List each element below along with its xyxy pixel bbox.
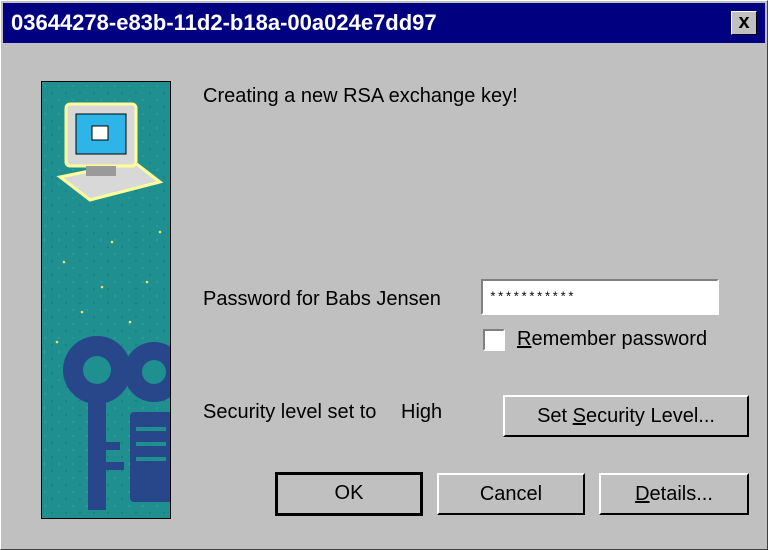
password-field[interactable] [481, 279, 719, 315]
close-icon: x [738, 11, 750, 33]
set-security-label-pre: Set [537, 405, 573, 427]
details-button[interactable]: Details... [599, 473, 749, 515]
set-security-accelerator: S [572, 405, 586, 427]
remember-password-checkbox[interactable] [483, 329, 505, 351]
remember-accelerator: R [517, 328, 532, 350]
set-security-level-button[interactable]: Set Security Level... [503, 395, 749, 437]
close-button[interactable]: x [731, 11, 757, 35]
details-label-rest: etails... [649, 483, 713, 505]
security-level-label: Security level set to [203, 401, 377, 423]
side-illustration-art [42, 82, 170, 518]
set-security-label-post: ecurity Level... [585, 405, 715, 427]
message-text: Creating a new RSA exchange key! [203, 85, 518, 107]
side-illustration [41, 81, 171, 519]
dialog-window: 03644278-e83b-11d2-b18a-00a024e7dd97 x C… [0, 0, 768, 550]
details-accelerator: D [635, 483, 650, 505]
remember-password-label[interactable]: Remember password [517, 328, 707, 351]
security-level-value: High [401, 401, 443, 423]
ok-button[interactable]: OK [275, 472, 423, 516]
remember-label-rest: emember password [531, 328, 708, 350]
window-title: 03644278-e83b-11d2-b18a-00a024e7dd97 [11, 10, 437, 35]
password-label: Password for Babs Jensen [203, 288, 441, 310]
cancel-button[interactable]: Cancel [437, 473, 585, 515]
title-bar[interactable]: 03644278-e83b-11d2-b18a-00a024e7dd97 x [3, 3, 765, 43]
